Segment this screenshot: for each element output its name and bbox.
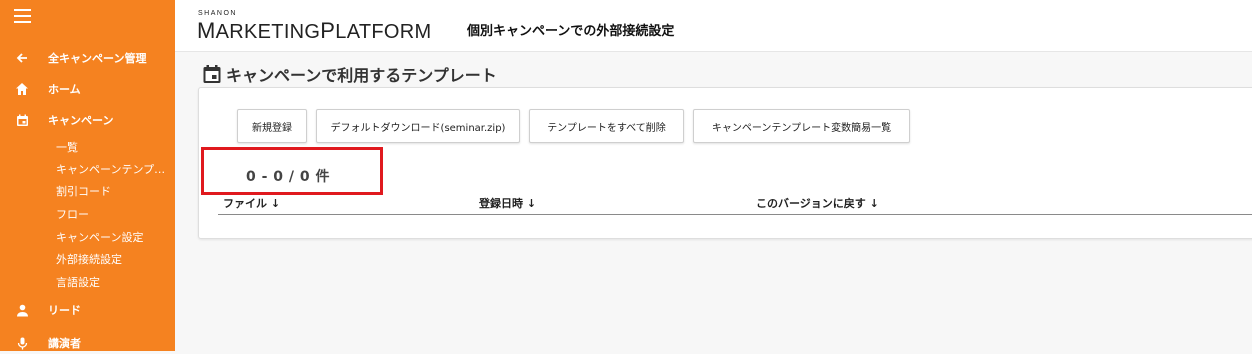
- sidebar-item-campaign[interactable]: キャンペーン: [0, 109, 175, 131]
- sidebar-subitem-campaign-settings[interactable]: キャンペーン設定: [56, 227, 172, 247]
- sidebar-subitem-language[interactable]: 言語設定: [56, 272, 172, 292]
- logo-company: SHANON: [198, 10, 237, 17]
- home-icon: [14, 81, 30, 97]
- section-title-text: キャンペーンで利用するテンプレート: [226, 66, 497, 85]
- sidebar-subitem-external-connection[interactable]: 外部接続設定: [56, 249, 172, 269]
- delete-all-templates-button[interactable]: テンプレートをすべて削除: [529, 109, 684, 143]
- sidebar-item-all-campaigns[interactable]: 全キャンペーン管理: [0, 47, 175, 69]
- sidebar-item-label: 全キャンペーン管理: [48, 52, 147, 65]
- default-download-button[interactable]: デフォルトダウンロード(seminar.zip): [316, 109, 520, 143]
- sidebar-item-label: キャンペーン: [48, 114, 114, 127]
- calendar-icon: [202, 64, 222, 84]
- sidebar-item-label: ホーム: [48, 83, 81, 96]
- record-count: 0 - 0 / 0 件: [246, 169, 331, 185]
- column-header-file[interactable]: ファイル ↓: [223, 195, 280, 211]
- sidebar-item-label: 講演者: [48, 337, 81, 350]
- sidebar-item-lead[interactable]: リード: [0, 299, 175, 321]
- sidebar: 全キャンペーン管理 ホーム キャンペーン 一覧 キャンペーンテンプ… 割引コード…: [0, 0, 175, 351]
- top-header: SHANON MARKETINGPLATFORM 個別キャンペーンでの外部接続設…: [175, 0, 1252, 52]
- page-title: 個別キャンペーンでの外部接続設定: [467, 24, 675, 39]
- sidebar-subitem-discount-code[interactable]: 割引コード: [56, 181, 172, 201]
- sidebar-subitem-campaign-template[interactable]: キャンペーンテンプ…: [56, 159, 172, 179]
- product-logo[interactable]: MARKETINGPLATFORM: [197, 18, 431, 44]
- column-header-registered-at[interactable]: 登録日時 ↓: [479, 195, 536, 211]
- sidebar-item-home[interactable]: ホーム: [0, 78, 175, 100]
- arrow-left-icon: [14, 50, 30, 66]
- calendar-icon: [14, 112, 30, 128]
- column-header-revert-version[interactable]: このバージョンに戻す ↓: [756, 195, 879, 211]
- table-header-divider: [218, 214, 1252, 215]
- section-title: キャンペーンで利用するテンプレート: [202, 62, 497, 86]
- sidebar-subitem-list[interactable]: 一覧: [56, 137, 172, 157]
- microphone-icon: [14, 335, 30, 351]
- sidebar-subitem-flow[interactable]: フロー: [56, 204, 172, 224]
- template-variables-list-button[interactable]: キャンペーンテンプレート変数簡易一覧: [693, 109, 910, 143]
- person-icon: [14, 302, 30, 318]
- sidebar-item-label: リード: [48, 304, 81, 317]
- hamburger-menu-icon[interactable]: [14, 9, 31, 23]
- new-registration-button[interactable]: 新規登録: [237, 109, 307, 143]
